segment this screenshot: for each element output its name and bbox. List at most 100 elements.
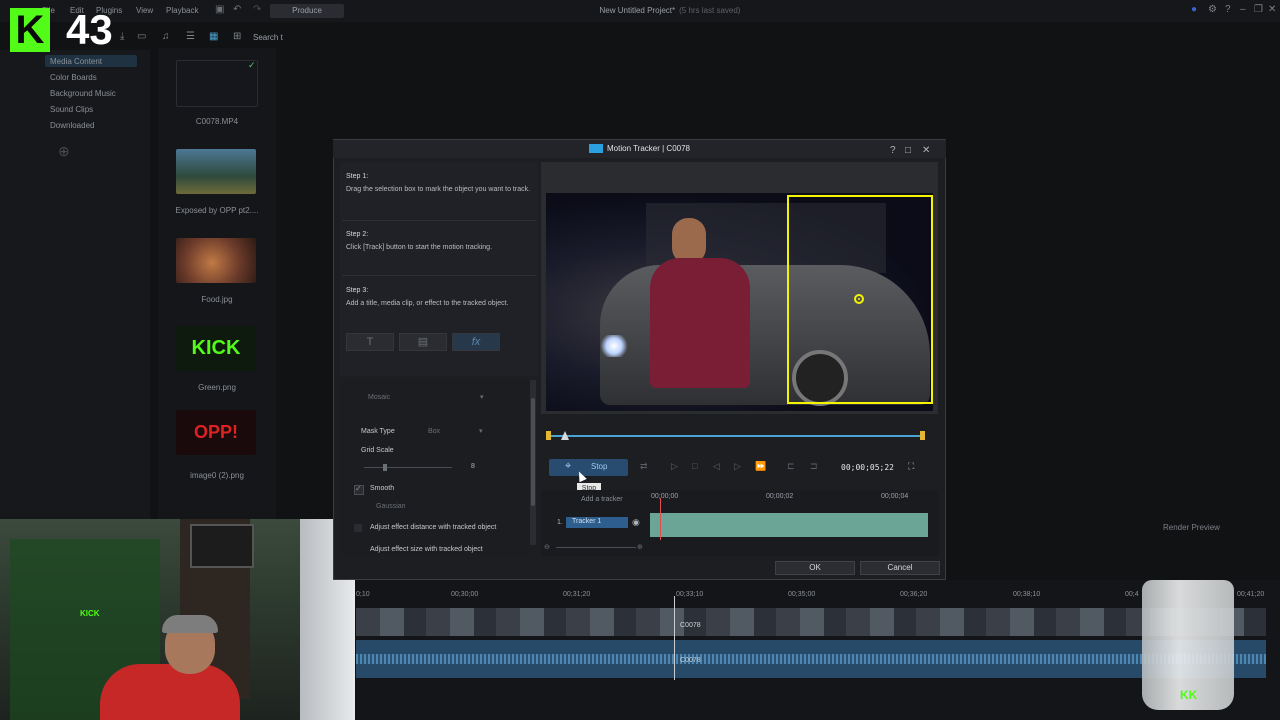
grid-scale-slider[interactable] xyxy=(364,467,452,468)
media-caption: image0 (2).png xyxy=(190,471,244,480)
track-direction-icon[interactable]: ⇄ xyxy=(640,461,648,472)
tracker-row[interactable]: Tracker 1 xyxy=(566,517,628,528)
menu-view[interactable]: View xyxy=(136,6,153,15)
tracker-playhead[interactable] xyxy=(660,498,661,540)
tracker-tick: 00;00;02 xyxy=(766,493,794,500)
timeline-tick: 00;36;20 xyxy=(900,591,928,598)
audio-filter-icon[interactable]: ♫ xyxy=(162,31,170,42)
settings-icon[interactable]: ⚙ xyxy=(1208,4,1217,15)
smooth-type-select[interactable]: Gaussian xyxy=(376,503,406,510)
library-item-downloaded[interactable]: Downloaded xyxy=(50,121,94,130)
cancel-button[interactable]: Cancel xyxy=(860,561,940,575)
previous-frame-icon[interactable]: ◁ xyxy=(713,461,720,472)
timeline-tick: 00;33;10 xyxy=(676,591,704,598)
account-icon[interactable]: ● xyxy=(1191,4,1197,15)
import-icon[interactable]: ⤓ xyxy=(120,31,124,42)
viewer-count: 43 xyxy=(66,6,113,53)
mark-out-icon[interactable]: ⊐ xyxy=(810,461,818,472)
timeline-tick: 00;35;00 xyxy=(788,591,816,598)
save-icon[interactable]: ▣ xyxy=(215,4,224,15)
snapshot-icon[interactable]: ⛶ xyxy=(908,461,914,472)
dialog-close-button[interactable]: ✕ xyxy=(922,145,930,156)
tracker-tick: 00;00;04 xyxy=(881,493,909,500)
properties-scrollbar[interactable] xyxy=(530,380,536,545)
project-title: New Untitled Project* (5 hrs last saved) xyxy=(540,6,800,15)
effect-select[interactable]: Mosaic xyxy=(368,394,390,401)
fast-forward-icon[interactable]: ⏩ xyxy=(755,461,766,472)
step-text: Click [Track] button to start the motion… xyxy=(346,244,493,251)
zoom-slider[interactable] xyxy=(556,547,636,548)
video-track-clip[interactable] xyxy=(356,608,1266,636)
step-heading: Step 3: xyxy=(346,287,369,294)
mark-in-icon[interactable]: ⊏ xyxy=(787,461,795,472)
add-tracker-button[interactable]: Add a tracker xyxy=(581,496,623,503)
add-folder-icon[interactable]: ⊕ xyxy=(58,143,70,160)
produce-button[interactable]: Produce xyxy=(270,4,344,18)
add-media-button[interactable]: ▤ xyxy=(399,333,447,351)
add-title-button[interactable]: T xyxy=(346,333,394,351)
timeline-playhead[interactable] xyxy=(674,596,675,680)
help-icon[interactable]: ? xyxy=(1225,4,1231,15)
range-start-marker[interactable] xyxy=(546,431,551,440)
preview-scrubber[interactable] xyxy=(549,435,923,437)
tracker-number: 1. xyxy=(557,519,563,526)
scrubber-handle[interactable] xyxy=(561,431,569,440)
dialog-help-button[interactable]: ? xyxy=(890,145,896,156)
mask-type-label: Mask Type xyxy=(361,428,395,435)
window-close-icon[interactable]: ✕ xyxy=(1268,4,1276,15)
dialog-maximize-button[interactable]: □ xyxy=(905,145,911,156)
stop-button[interactable]: ⌖ Stop xyxy=(549,459,628,476)
scrollbar-thumb[interactable] xyxy=(531,398,535,506)
app-logo-icon xyxy=(589,144,603,153)
divider xyxy=(342,220,536,221)
adjust-distance-checkbox[interactable] xyxy=(354,524,362,532)
undo-icon[interactable]: ↶ xyxy=(233,4,241,15)
grid-scale-handle[interactable] xyxy=(383,464,387,471)
search-input[interactable]: Search t xyxy=(253,33,283,42)
ok-button[interactable]: OK xyxy=(775,561,855,575)
zoom-in-icon[interactable]: ⊕ xyxy=(637,543,643,551)
restore-icon[interactable]: ❐ xyxy=(1254,4,1263,15)
library-item-media-content[interactable]: Media Content xyxy=(50,57,102,66)
zoom-out-icon[interactable]: ⊖ xyxy=(544,543,550,551)
render-preview-button[interactable]: Render Preview xyxy=(1163,523,1220,532)
person xyxy=(650,218,750,411)
redo-icon[interactable]: ↷ xyxy=(253,4,261,15)
tracking-center-icon[interactable] xyxy=(854,294,864,304)
eye-icon[interactable]: ◉ xyxy=(632,517,640,528)
media-thumb-green[interactable]: KICK xyxy=(176,326,256,371)
tracker-tick: 00;00;00 xyxy=(651,493,679,500)
timeline-tick: 00;31;20 xyxy=(563,591,591,598)
next-frame-icon[interactable]: ▷ xyxy=(734,461,741,472)
library-item-sound-clips[interactable]: Sound Clips xyxy=(50,105,93,114)
step-heading: Step 2: xyxy=(346,231,369,238)
tracker-range-bar[interactable] xyxy=(650,513,928,537)
media-thumb-image0[interactable]: OPP! xyxy=(176,410,256,455)
poster-kick: KICK xyxy=(80,609,100,618)
person-cap xyxy=(162,615,218,633)
media-thumb-food[interactable] xyxy=(176,238,256,283)
thumbnail-view-icon[interactable]: ⊞ xyxy=(233,31,241,42)
audio-track-clip[interactable] xyxy=(356,640,1266,678)
media-thumb-exposed[interactable] xyxy=(176,149,256,194)
headlight xyxy=(598,335,630,357)
check-icon: ✓ xyxy=(355,484,362,493)
mask-type-select[interactable]: Box xyxy=(428,428,440,435)
range-end-marker[interactable] xyxy=(920,431,925,440)
timeline-tick: 00;38;10 xyxy=(1013,591,1041,598)
menu-playback[interactable]: Playback xyxy=(166,6,198,15)
list-view-icon[interactable]: ☰ xyxy=(186,31,195,42)
library-item-color-boards[interactable]: Color Boards xyxy=(50,73,97,82)
media-thumb-c0078[interactable] xyxy=(176,60,258,107)
timecode: 00;00;05;22 xyxy=(841,463,894,472)
play-icon[interactable]: ▷ xyxy=(671,461,678,472)
stop-icon[interactable]: □ xyxy=(692,461,697,471)
clip-label: C0078 xyxy=(680,622,701,629)
grid-view-icon[interactable]: ▦ xyxy=(209,31,218,42)
audio-waveform xyxy=(356,654,1266,664)
library-item-background-music[interactable]: Background Music xyxy=(50,89,116,98)
add-effect-button[interactable]: fx xyxy=(452,333,500,351)
step-heading: Step 1: xyxy=(346,173,369,180)
minimize-icon[interactable]: – xyxy=(1240,4,1246,15)
video-filter-icon[interactable]: ▭ xyxy=(137,31,146,42)
